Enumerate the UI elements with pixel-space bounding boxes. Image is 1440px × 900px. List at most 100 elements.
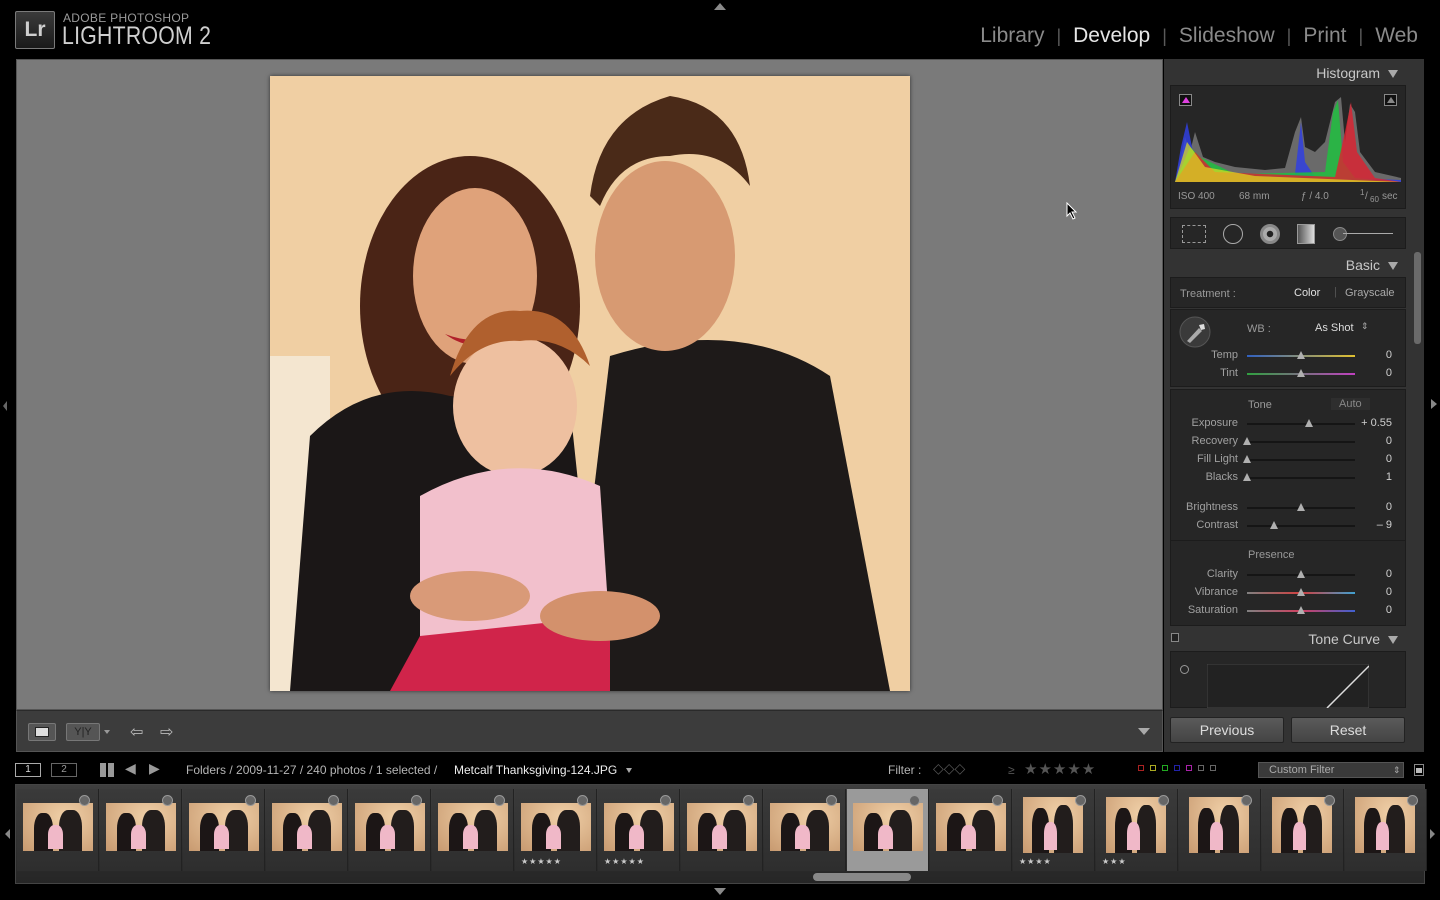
thumbnail-badge-icon[interactable] [577,795,588,806]
white-balance-selector-icon[interactable] [1179,316,1211,348]
slider-knob[interactable] [1297,351,1305,359]
slider-value[interactable]: + 0.55 [1352,417,1392,429]
thumbnail-badge-icon[interactable] [1324,795,1335,806]
filmstrip-thumbnail[interactable] [183,789,265,871]
panel-solo-toggle-icon[interactable] [1171,633,1179,642]
slider-track[interactable] [1247,423,1355,425]
thumbnail-badge-icon[interactable] [328,795,339,806]
filmstrip-thumbnail[interactable]: ★★★★★ [598,789,680,871]
filmstrip-thumbnail[interactable] [681,789,763,871]
previous-button[interactable]: Previous [1170,717,1284,743]
slider-brightness[interactable]: Brightness 0 [1164,501,1424,515]
main-photo[interactable] [270,76,910,691]
spot-removal-tool-icon[interactable] [1223,224,1243,244]
thumbnail-badge-icon[interactable] [826,795,837,806]
slider-temp[interactable]: Temp 0 [1164,349,1424,363]
filmstrip-thumbnail[interactable] [266,789,348,871]
treatment-grayscale-button[interactable]: Grayscale [1345,287,1395,299]
color-label-filter[interactable] [1138,765,1216,771]
targeted-adjustment-icon[interactable] [1180,665,1189,674]
left-panel-toggle-icon[interactable] [3,401,7,411]
before-after-dropdown-icon[interactable] [104,730,110,734]
histogram-header[interactable]: Histogram [1316,65,1398,81]
reset-button[interactable]: Reset [1291,717,1405,743]
slider-knob[interactable] [1297,588,1305,596]
thumbnail-badge-icon[interactable] [1407,795,1418,806]
slider-blacks[interactable]: Blacks 1 [1164,471,1424,485]
filmstrip-thumbnail[interactable] [1345,789,1427,871]
filmstrip-thumbnail[interactable] [432,789,514,871]
tone-curve-header[interactable]: Tone Curve [1308,631,1398,647]
module-library[interactable]: Library [980,24,1044,48]
slider-knob[interactable] [1270,521,1278,529]
filmstrip-thumbnail[interactable] [847,789,929,871]
slider-value[interactable]: 0 [1352,367,1392,379]
slider-track[interactable] [1247,459,1355,461]
slider-tint[interactable]: Tint 0 [1164,367,1424,381]
filmstrip-thumbnail[interactable] [1262,789,1344,871]
selected-filename[interactable]: Metcalf Thanksgiving-124.JPG [454,763,617,777]
treatment-color-button[interactable]: Color [1294,287,1320,299]
slider-knob[interactable] [1243,437,1251,445]
filmstrip-right-arrow-icon[interactable] [1430,829,1435,839]
slider-exposure[interactable]: Exposure + 0.55 [1164,417,1424,431]
slider-value[interactable]: 0 [1352,604,1392,616]
top-panel-toggle-icon[interactable] [714,3,726,10]
filmstrip-thumbnail[interactable] [100,789,182,871]
slider-clarity[interactable]: Clarity 0 [1164,568,1424,582]
toolbar-options-icon[interactable] [1138,728,1150,735]
secondary-window-button[interactable]: 2 [51,763,77,777]
slider-value[interactable]: – 9 [1352,519,1392,531]
right-panel-scrollbar[interactable] [1414,252,1421,344]
slider-knob[interactable] [1297,503,1305,511]
flag-filter-icons[interactable]: ◇◇◇ [933,760,965,777]
filter-select-chevron-icon[interactable]: ⇕ [1393,765,1401,776]
filmstrip-thumbnail[interactable] [1179,789,1261,871]
nav-forward-icon[interactable]: ▶ [149,760,160,777]
thumbnail-badge-icon[interactable] [79,795,90,806]
primary-window-button[interactable]: 1 [15,763,41,777]
right-panel-toggle-icon[interactable] [1431,399,1437,409]
basic-header[interactable]: Basic [1346,257,1398,273]
rating-filter-stars-icon[interactable]: ★★★★★ [1024,760,1096,778]
filmstrip-thumbnail[interactable]: ★★★★★ [515,789,597,871]
tone-curve-graph[interactable] [1207,664,1369,708]
thumbnail-badge-icon[interactable] [660,795,671,806]
slider-knob[interactable] [1243,473,1251,481]
module-develop[interactable]: Develop [1073,24,1150,48]
thumbnail-badge-icon[interactable] [909,795,920,806]
thumbnail-badge-icon[interactable] [411,795,422,806]
slider-value[interactable]: 0 [1352,453,1392,465]
slider-value[interactable]: 0 [1352,586,1392,598]
filmstrip-thumbnail[interactable] [764,789,846,871]
filmstrip-left-arrow-icon[interactable] [5,829,10,839]
slider-value[interactable]: 0 [1352,349,1392,361]
slider-contrast[interactable]: Contrast – 9 [1164,519,1424,533]
red-eye-tool-icon[interactable] [1260,224,1280,244]
slider-value[interactable]: 0 [1352,501,1392,513]
thumbnail-badge-icon[interactable] [743,795,754,806]
filter-lock-icon[interactable] [1414,764,1424,776]
thumbnail-badge-icon[interactable] [494,795,505,806]
slider-track[interactable] [1247,477,1355,479]
filmstrip-thumbnail[interactable] [349,789,431,871]
filmstrip-thumbnail[interactable] [930,789,1012,871]
filmstrip-scrollbar[interactable] [813,873,911,881]
filename-dropdown-icon[interactable] [626,768,632,773]
slider-knob[interactable] [1297,570,1305,578]
slider-track[interactable] [1247,441,1355,443]
slider-track[interactable] [1247,525,1355,527]
grid-view-icon[interactable] [100,763,114,777]
graduated-filter-icon[interactable] [1297,224,1315,244]
slider-recovery[interactable]: Recovery 0 [1164,435,1424,449]
before-after-button[interactable]: Y|Y [66,723,100,741]
thumbnail-badge-icon[interactable] [245,795,256,806]
wb-select-chevron-icon[interactable]: ⇕ [1361,321,1369,332]
wb-preset-select[interactable]: As Shot [1315,322,1354,334]
nav-back-icon[interactable]: ◀ [125,760,136,777]
thumbnail-badge-icon[interactable] [992,795,1003,806]
loupe-view-button[interactable] [28,723,56,741]
module-slideshow[interactable]: Slideshow [1179,24,1275,48]
filmstrip-thumbnail[interactable]: ★★★★ [1013,789,1095,871]
slider-knob[interactable] [1304,419,1313,427]
